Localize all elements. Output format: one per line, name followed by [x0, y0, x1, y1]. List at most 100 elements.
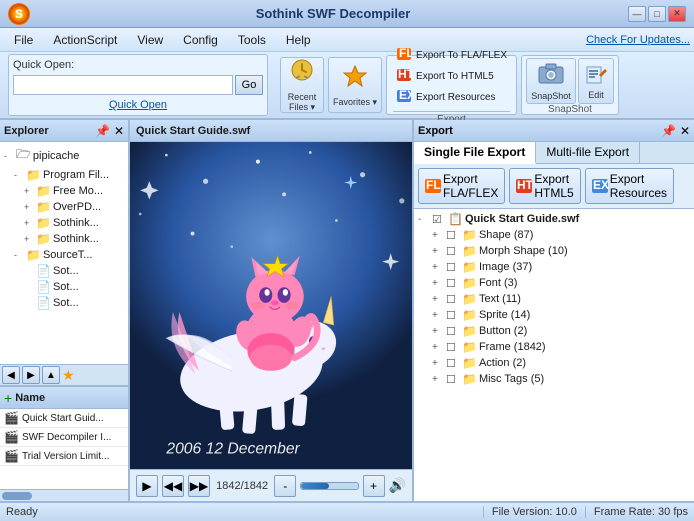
etree-frame[interactable]: + ☐ 📁 Frame (1842)	[416, 339, 692, 355]
tree-item-sot3[interactable]: 📄 Sot...	[2, 295, 126, 311]
volume-icon[interactable]: 🔊	[389, 477, 406, 494]
file-icon: 📄	[36, 264, 51, 278]
etree-check-icon[interactable]: ☐	[446, 261, 460, 274]
etree-font[interactable]: + ☐ 📁 Font (3)	[416, 275, 692, 291]
snapshot-button[interactable]: SnapShot	[526, 58, 576, 104]
etree-label: Misc Tags (5)	[479, 373, 544, 385]
prev-button[interactable]: ◀◀	[162, 475, 184, 497]
zoom-in-button[interactable]: +	[363, 475, 385, 497]
next-button[interactable]: ▶▶	[188, 475, 210, 497]
tree-item-sothink2[interactable]: + 📁 Sothink...	[2, 231, 126, 247]
swf-file-icon: 🎬	[4, 411, 19, 425]
tree-item-sot2[interactable]: 📄 Sot...	[2, 279, 126, 295]
add-file-icon[interactable]: +	[4, 390, 12, 406]
export-panel-title: Export	[418, 125, 657, 137]
file-item-decompiler[interactable]: 🎬 SWF Decompiler I...	[0, 428, 128, 447]
menu-tools[interactable]: Tools	[228, 31, 276, 49]
nav-forward-button[interactable]: ▶	[22, 366, 40, 384]
export-fla-button[interactable]: FLA Export To FLA/FLEX	[393, 46, 510, 65]
etree-check-icon[interactable]: ☐	[446, 373, 460, 386]
tree-label: pipicache	[33, 150, 79, 162]
etree-misc[interactable]: + ☐ 📁 Misc Tags (5)	[416, 371, 692, 387]
tree-item-sothink1[interactable]: + 📁 Sothink...	[2, 215, 126, 231]
zoom-out-button[interactable]: -	[274, 475, 296, 497]
explorer-scrollbar-h[interactable]	[0, 489, 128, 501]
window-controls[interactable]: — □ ✕	[628, 6, 686, 22]
etree-check-icon[interactable]: ☐	[446, 357, 460, 370]
etree-morph[interactable]: + ☐ 📁 Morph Shape (10)	[416, 243, 692, 259]
menu-actionscript[interactable]: ActionScript	[43, 31, 127, 49]
go-button[interactable]: Go	[235, 75, 263, 95]
etree-button[interactable]: + ☐ 📁 Button (2)	[416, 323, 692, 339]
export-resources-icon: EXP	[396, 89, 412, 106]
snapshot-icon	[537, 62, 565, 89]
snapshot-group: SnapShot Edit SnapShot	[521, 55, 619, 115]
tree-item-programfiles[interactable]: - 📁 Program Fil...	[2, 167, 126, 183]
play-button[interactable]: ▶	[136, 475, 158, 497]
etree-action[interactable]: + ☐ 📁 Action (2)	[416, 355, 692, 371]
exp-html5-button[interactable]: HTML5 ExportHTML5	[509, 168, 580, 204]
maximize-button[interactable]: □	[648, 6, 666, 22]
edit-button[interactable]: Edit	[578, 58, 614, 104]
file-item-trial[interactable]: 🎬 Trial Version Limit...	[0, 447, 128, 466]
minimize-button[interactable]: —	[628, 6, 646, 22]
check-updates-link[interactable]: Check For Updates...	[586, 34, 690, 46]
preview-controls: ▶ ◀◀ ▶▶ 1842/1842 - + 🔊	[130, 469, 412, 501]
progress-bar[interactable]	[300, 482, 358, 490]
nav-back-button[interactable]: ◀	[2, 366, 20, 384]
etree-check-icon[interactable]: ☐	[446, 341, 460, 354]
tree-item-pipicache[interactable]: - 🗁 pipicache	[2, 144, 126, 167]
exp-resources-button[interactable]: EXP ExportResources	[585, 168, 674, 204]
etree-check-icon[interactable]: ☑	[432, 213, 446, 226]
quick-open-row: Go	[13, 75, 263, 95]
tab-single-file[interactable]: Single File Export	[414, 142, 536, 164]
nav-star-icon[interactable]: ★	[62, 367, 75, 384]
tree-folder-icon: 📁	[36, 216, 51, 230]
menu-view[interactable]: View	[127, 31, 173, 49]
etree-expand-icon: +	[432, 278, 446, 289]
etree-check-icon[interactable]: ☐	[446, 309, 460, 322]
etree-folder-icon: 📁	[462, 276, 477, 290]
files-panel: + Name 🎬 Quick Start Guid... 🎬 SWF Decom…	[0, 386, 128, 489]
export-pin-icon[interactable]: 📌	[661, 124, 676, 138]
svg-text:HTML5: HTML5	[398, 68, 412, 81]
tree-item-sourcet[interactable]: - 📁 SourceT...	[2, 247, 126, 263]
tab-multi-file-label: Multi-file Export	[546, 145, 629, 159]
tree-item-freemo[interactable]: + 📁 Free Mo...	[2, 183, 126, 199]
menu-file[interactable]: File	[4, 31, 43, 49]
swf-file-icon: 🎬	[4, 430, 19, 444]
etree-check-icon[interactable]: ☐	[446, 293, 460, 306]
etree-check-icon[interactable]: ☐	[446, 277, 460, 290]
explorer-header: Explorer 📌 ✕	[0, 120, 128, 142]
tree-item-overpd[interactable]: + 📁 OverPD...	[2, 199, 126, 215]
etree-check-icon[interactable]: ☐	[446, 229, 460, 242]
recent-files-button[interactable]: RecentFiles ▾	[280, 57, 324, 113]
pin-icon[interactable]: 📌	[95, 124, 110, 138]
tab-multi-file[interactable]: Multi-file Export	[536, 142, 640, 163]
exp-fla-button[interactable]: FLA ExportFLA/FLEX	[418, 168, 505, 204]
menu-config[interactable]: Config	[173, 31, 228, 49]
export-html5-label: Export To HTML5	[416, 71, 494, 82]
etree-check-icon[interactable]: ☐	[446, 245, 460, 258]
export-resources-button[interactable]: EXP Export Resources	[393, 88, 510, 107]
explorer-close-icon[interactable]: ✕	[114, 124, 124, 138]
favorites-button[interactable]: Favorites ▾	[328, 57, 382, 113]
etree-root[interactable]: - ☑ 📋 Quick Start Guide.swf	[416, 211, 692, 227]
exp-resources-icon: EXP	[592, 179, 608, 193]
etree-sprite[interactable]: + ☐ 📁 Sprite (14)	[416, 307, 692, 323]
export-close-icon[interactable]: ✕	[680, 124, 690, 138]
nav-up-button[interactable]: ▲	[42, 366, 60, 384]
etree-check-icon[interactable]: ☐	[446, 325, 460, 338]
etree-image[interactable]: + ☐ 📁 Image (37)	[416, 259, 692, 275]
etree-label: Text (11)	[479, 293, 521, 305]
quick-open-input[interactable]	[13, 75, 233, 95]
quick-open-link[interactable]: Quick Open	[13, 99, 263, 111]
menu-help[interactable]: Help	[276, 31, 321, 49]
exp-html5-label: ExportHTML5	[534, 172, 573, 200]
tree-item-sot1[interactable]: 📄 Sot...	[2, 263, 126, 279]
export-html5-button[interactable]: HTML5 Export To HTML5	[393, 67, 510, 86]
etree-shape[interactable]: + ☐ 📁 Shape (87)	[416, 227, 692, 243]
file-item-quickstart[interactable]: 🎬 Quick Start Guid...	[0, 409, 128, 428]
etree-text[interactable]: + ☐ 📁 Text (11)	[416, 291, 692, 307]
close-button[interactable]: ✕	[668, 6, 686, 22]
